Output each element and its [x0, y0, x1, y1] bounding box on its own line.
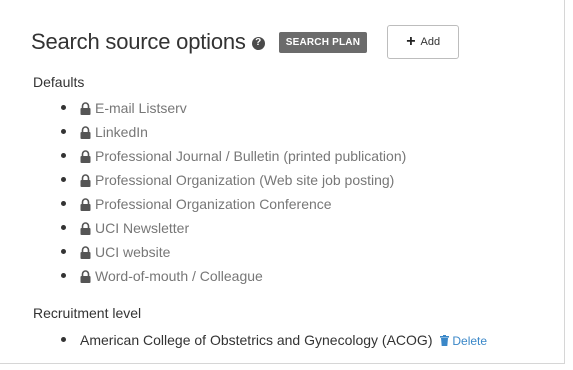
- list-item: Professional Organization (Web site job …: [0, 170, 406, 194]
- lock-icon: [80, 198, 91, 211]
- list-item-label: Professional Organization Conference: [95, 196, 332, 212]
- recruitment-level-heading: Recruitment level: [33, 305, 142, 321]
- list-item-label: Professional Organization (Web site job …: [95, 172, 395, 188]
- list-item: UCI website: [0, 242, 406, 266]
- bullet: [61, 177, 66, 182]
- lock-icon: [80, 150, 91, 163]
- list-item: LinkedIn: [0, 122, 406, 146]
- list-item: Professional Journal / Bulletin (printed…: [0, 146, 406, 170]
- list-item: UCI Newsletter: [0, 218, 406, 242]
- page-title: Search source options: [31, 29, 246, 54]
- list-item-label: American College of Obstetrics and Gynec…: [80, 332, 433, 348]
- trash-icon: [440, 335, 450, 346]
- bullet: [61, 225, 66, 230]
- list-item: E-mail Listserv: [0, 98, 406, 122]
- list-item-label: Word-of-mouth / Colleague: [95, 268, 263, 284]
- bullet: [61, 153, 66, 158]
- list-item-label: LinkedIn: [95, 124, 148, 140]
- list-item-label: Professional Journal / Bulletin (printed…: [95, 148, 407, 164]
- recruitment-level-list: American College of Obstetrics and Gynec…: [0, 330, 487, 354]
- list-item-label: UCI website: [95, 244, 171, 260]
- bullet: [61, 129, 66, 134]
- lock-icon: [80, 270, 91, 283]
- lock-icon: [80, 102, 91, 115]
- bullet: [61, 105, 66, 110]
- bullet: [61, 249, 66, 254]
- add-button-label: Add: [420, 36, 441, 48]
- delete-link[interactable]: Delete: [440, 334, 487, 348]
- question-circle-icon[interactable]: ?: [251, 36, 265, 50]
- lock-icon: [80, 126, 91, 139]
- search-plan-badge: SEARCH PLAN: [278, 31, 368, 53]
- bullet: [61, 273, 66, 278]
- list-item: Professional Organization Conference: [0, 194, 406, 218]
- list-item: American College of Obstetrics and Gynec…: [0, 330, 487, 354]
- list-item-label: UCI Newsletter: [95, 220, 190, 236]
- bullet: [61, 201, 66, 206]
- bullet: [61, 337, 66, 342]
- plus-icon: +: [406, 33, 416, 50]
- list-item: Word-of-mouth / Colleague: [0, 266, 406, 290]
- panel-header: Search source options ? SEARCH PLAN + Ad…: [31, 22, 460, 62]
- defaults-heading: Defaults: [33, 74, 85, 90]
- search-source-options-panel: Search source options ? SEARCH PLAN + Ad…: [0, 0, 565, 364]
- lock-icon: [80, 174, 91, 187]
- delete-label: Delete: [452, 334, 488, 348]
- lock-icon: [80, 222, 91, 235]
- add-button[interactable]: + Add: [387, 25, 460, 59]
- list-item-label: E-mail Listserv: [95, 100, 187, 116]
- lock-icon: [80, 246, 91, 259]
- defaults-list: E-mail Listserv LinkedIn Professional Jo…: [0, 98, 406, 290]
